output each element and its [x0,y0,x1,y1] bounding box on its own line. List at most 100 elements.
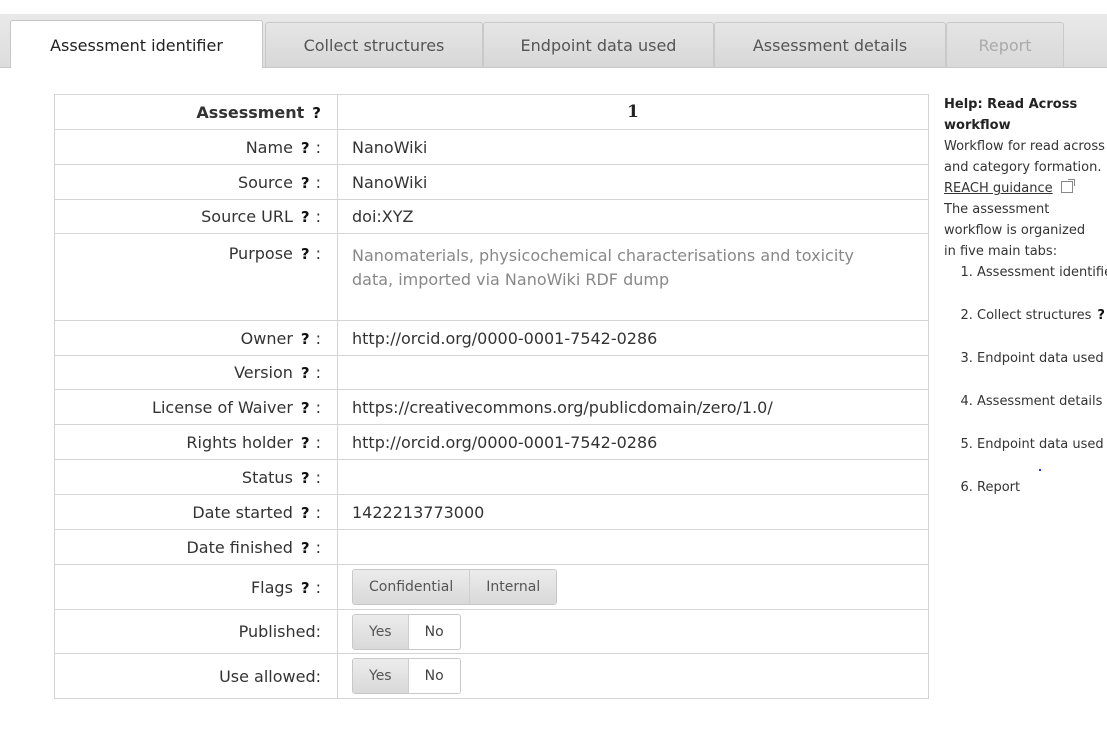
tab-endpoint-data-used[interactable]: Endpoint data used [483,22,714,67]
license-field[interactable]: https://creativecommons.org/publicdomain… [337,389,929,425]
help-step-label: Endpoint data used [977,437,1104,452]
tab-assessment-identifier[interactable]: Assessment identifier [10,20,263,68]
version-label: Version [234,363,293,382]
assessment-label-cell: Assessment? [54,94,338,130]
published-label: Published: [238,622,321,641]
name-row: Name?: NanoWiki [54,129,929,165]
colon: : [315,363,321,382]
help-step: Assessment details? [977,391,1107,412]
source-url-label: Source URL [201,207,293,226]
stray-dot [1039,469,1041,471]
source-url-row: Source URL?: doi:XYZ [54,199,929,234]
help-icon[interactable]: ? [301,208,310,226]
colon: : [315,397,321,417]
date-started-field[interactable]: 1422213773000 [337,494,929,530]
internal-toggle[interactable]: Internal [469,570,557,604]
published-toggle-group: Yes No [352,613,461,650]
published-yes-button[interactable]: Yes [353,614,408,649]
reach-guidance-link[interactable]: REACH guidance [944,181,1053,196]
use-allowed-label: Use allowed: [219,666,321,686]
name-field[interactable]: NanoWiki [337,129,929,165]
owner-label: Owner [240,328,293,348]
status-row: Status?: [54,459,929,495]
colon: : [315,537,321,557]
colon: : [315,244,321,263]
colon: : [315,137,321,157]
help-icon[interactable]: ? [301,399,310,417]
assessment-form: Assessment? 1 Name?: NanoWiki Source?: N… [54,94,929,699]
help-steps-list: Assessment identifier? Collect structure… [944,262,1107,498]
version-field[interactable] [337,355,929,390]
help-icon[interactable]: ? [301,469,310,487]
help-text: Workflow for read across and category fo… [944,139,1105,175]
help-description: Workflow for read across and category fo… [944,136,1107,199]
help-step: Endpoint data used? [977,434,1107,455]
colon: : [315,432,321,452]
flags-toggle-group: Confidential Internal [352,569,558,605]
confidential-toggle[interactable]: Confidential [353,570,470,604]
colon: : [315,207,321,226]
rights-holder-label: Rights holder [186,432,293,452]
help-icon[interactable]: ? [301,330,310,348]
source-label: Source [237,172,293,192]
tab-report: Report [946,22,1064,67]
help-icon[interactable]: ? [301,245,310,263]
date-finished-row: Date finished?: [54,529,929,565]
help-intro: The assessment workflow is organized in … [944,199,1094,262]
status-field[interactable] [337,459,929,495]
license-label: License of Waiver [152,397,293,417]
assessment-label: Assessment [196,102,305,122]
rights-holder-row: Rights holder?: http://orcid.org/0000-00… [54,424,929,460]
help-icon[interactable]: ? [312,104,321,122]
rights-holder-field[interactable]: http://orcid.org/0000-0001-7542-0286 [337,424,929,460]
assessment-header-row: Assessment? 1 [54,94,929,130]
help-icon[interactable]: ? [301,539,310,557]
help-step: Endpoint data used? [977,348,1107,369]
date-finished-field[interactable] [337,529,929,565]
source-row: Source?: NanoWiki [54,164,929,200]
use-allowed-no-button[interactable]: No [407,659,460,693]
help-panel: Help: Read Across workflow Workflow for … [944,94,1107,498]
help-step: Assessment identifier? [977,262,1107,283]
source-url-field[interactable]: doi:XYZ [337,199,929,234]
flags-label: Flags [250,577,293,597]
tab-assessment-details[interactable]: Assessment details [714,22,946,67]
source-field[interactable]: NanoWiki [337,164,929,200]
help-step: Collect structures? [977,305,1107,326]
license-row: License of Waiver?: https://creativecomm… [54,389,929,425]
help-icon[interactable]: ? [301,174,310,192]
help-step-label: Assessment identifier [977,265,1107,280]
colon: : [315,577,321,597]
flags-row: Flags?: Confidential Internal [54,564,929,610]
help-icon[interactable]: ? [1097,308,1105,323]
purpose-label: Purpose [228,244,293,263]
help-icon[interactable]: ? [301,504,310,522]
help-step-label: Report [977,480,1021,495]
use-allowed-row: Use allowed: Yes No [54,653,929,699]
version-row: Version?: [54,355,929,390]
help-icon[interactable]: ? [301,579,310,597]
colon: : [315,467,321,487]
help-icon[interactable]: ? [301,139,310,157]
owner-field[interactable]: http://orcid.org/0000-0001-7542-0286 [337,320,929,356]
help-icon[interactable]: ? [301,434,310,452]
help-icon[interactable]: ? [301,364,310,382]
help-intro-text: The assessment workflow is organized in … [944,202,1086,259]
date-started-label: Date started [192,502,293,522]
name-label: Name [245,137,293,157]
purpose-textarea[interactable]: Nanomaterials, physicochemical character… [352,244,898,292]
published-row: Published: Yes No [54,609,929,654]
tab-collect-structures[interactable]: Collect structures [265,22,483,67]
date-finished-label: Date finished [186,537,293,557]
use-allowed-yes-button[interactable]: Yes [353,659,408,693]
colon: : [315,172,321,192]
help-step: Report [977,477,1107,498]
assessment-number: 1 [337,94,929,130]
status-label: Status [241,467,293,487]
help-step-label: Endpoint data used [977,351,1104,366]
colon: : [315,502,321,522]
help-step-label: Assessment details [977,394,1103,409]
help-title: Help: Read Across workflow [944,97,1078,133]
use-allowed-toggle-group: Yes No [352,658,461,694]
published-no-button[interactable]: No [407,614,460,649]
